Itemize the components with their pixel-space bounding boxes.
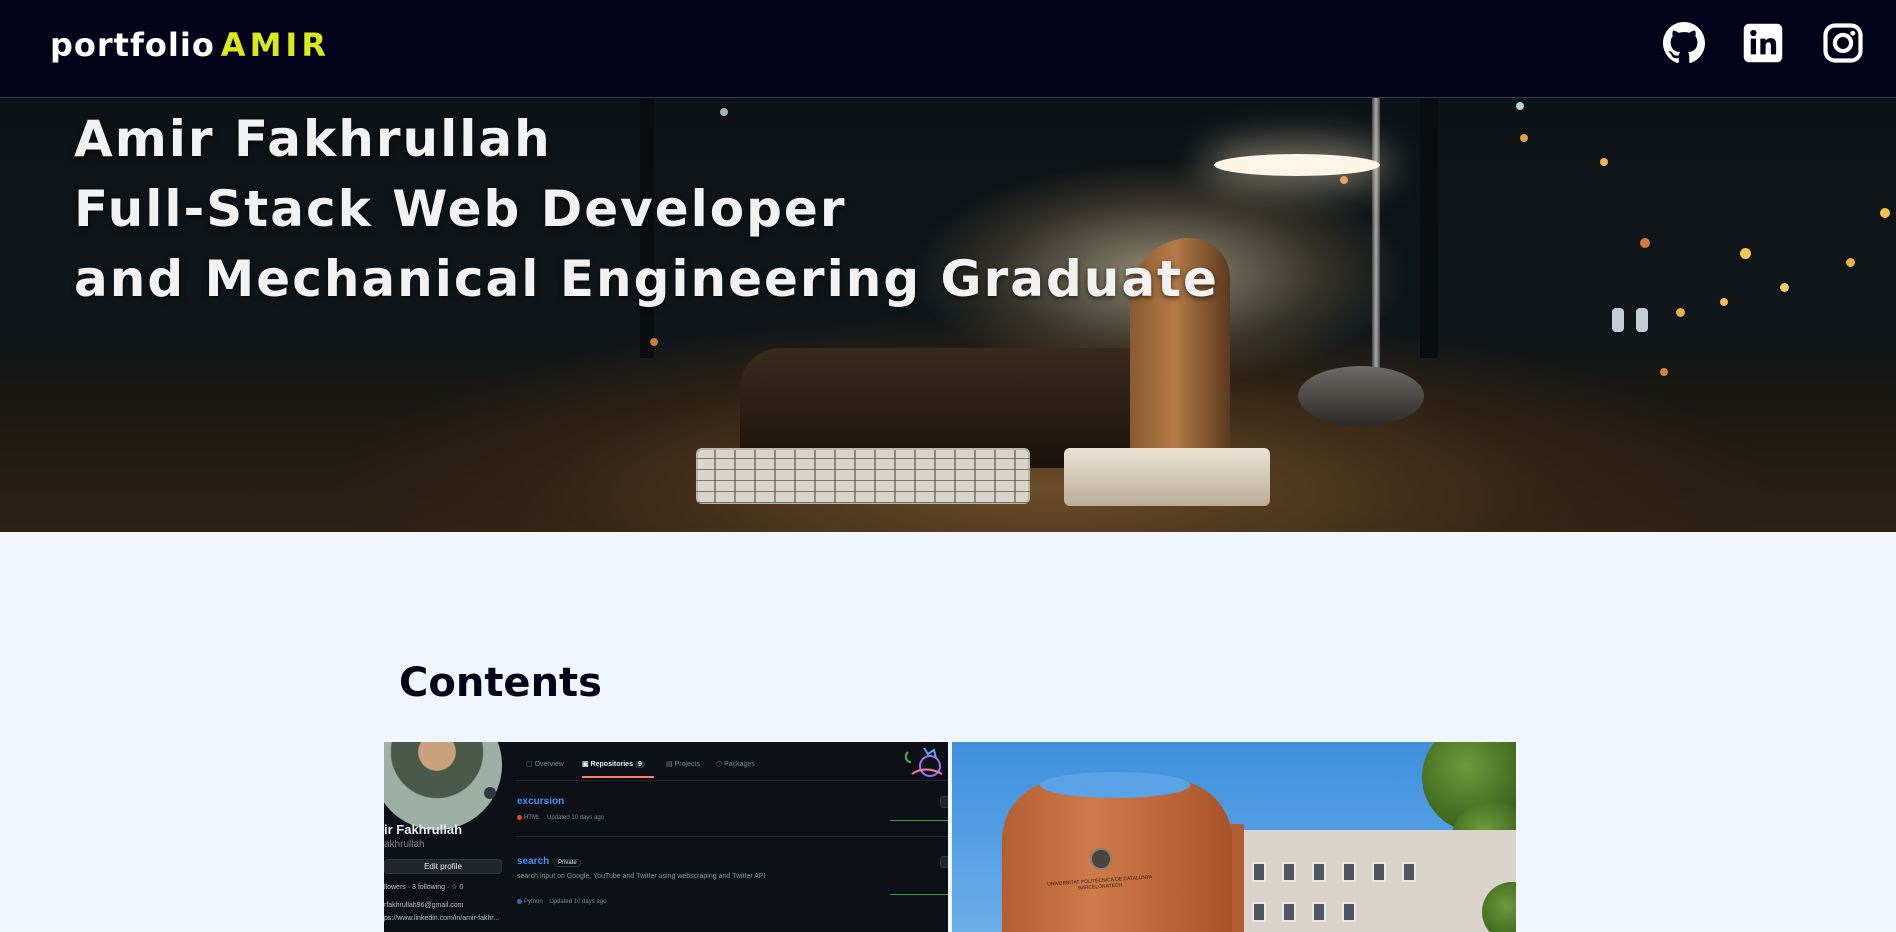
profile-username: akhrullah bbox=[384, 839, 425, 850]
tab-projects: ▤ Projects bbox=[666, 761, 700, 768]
city-light bbox=[1740, 248, 1751, 259]
trackpad bbox=[1064, 448, 1270, 506]
tab-packages: ⬡ Packages bbox=[716, 761, 755, 768]
follow-stats: llowers · 3 following · ☆ 0 bbox=[384, 884, 464, 891]
instagram-icon bbox=[1823, 23, 1863, 63]
hero-title: Amir Fakhrullah Full-Stack Web Developer… bbox=[74, 104, 1219, 314]
activity-graph bbox=[890, 894, 948, 895]
window bbox=[1312, 902, 1326, 922]
city-light bbox=[1676, 308, 1685, 317]
repo-name: search bbox=[517, 856, 550, 867]
keyboard bbox=[696, 448, 1030, 504]
city-light bbox=[1720, 298, 1728, 306]
window bbox=[1252, 902, 1266, 922]
edit-profile-button: Edit profile bbox=[384, 859, 502, 874]
lamp-pole bbox=[1372, 98, 1380, 388]
window bbox=[1402, 862, 1416, 882]
repo-description: search input on Google, YouTube and Twit… bbox=[517, 873, 766, 880]
city-light bbox=[1780, 283, 1789, 292]
divider bbox=[516, 780, 948, 781]
github-icon bbox=[1663, 22, 1705, 63]
lamp-base bbox=[1298, 366, 1424, 426]
language-dot-icon bbox=[517, 815, 522, 820]
window bbox=[1342, 862, 1356, 882]
city-light bbox=[1340, 176, 1348, 184]
linkedin-link[interactable] bbox=[1742, 22, 1784, 64]
repo-name: excursion bbox=[517, 796, 565, 807]
linkedin-icon bbox=[1743, 23, 1783, 63]
contents-heading: Contents bbox=[399, 660, 602, 706]
city-light bbox=[650, 338, 658, 346]
window bbox=[1372, 862, 1386, 882]
status-emoji-icon bbox=[484, 787, 496, 799]
roof-curve bbox=[1040, 772, 1190, 798]
university-card[interactable]: UNIVERSITAT POLITÈCNICA DE CATALUNYA BAR… bbox=[952, 742, 1516, 932]
github-link[interactable] bbox=[1663, 22, 1705, 64]
profile-link: ps://www.linkedin.com/in/amir-fakhr... bbox=[384, 915, 500, 922]
city-light bbox=[1520, 134, 1528, 142]
building-facade bbox=[1002, 780, 1232, 932]
city-light bbox=[1880, 208, 1890, 218]
tab-overview: ▢ Overview bbox=[526, 761, 564, 768]
city-light bbox=[1846, 258, 1855, 267]
github-card[interactable]: ir Fakhrullah akhrullah Edit profile llo… bbox=[384, 742, 948, 932]
octocat-icon bbox=[904, 747, 943, 777]
star-icon bbox=[940, 856, 948, 868]
instagram-link[interactable] bbox=[1822, 22, 1864, 64]
profile-email: rfakhrullah96@gmail.com bbox=[384, 902, 464, 909]
activity-graph bbox=[890, 820, 948, 821]
window bbox=[1312, 862, 1326, 882]
divider bbox=[516, 836, 948, 837]
city-light bbox=[1640, 238, 1650, 248]
brand-logo[interactable]: portfolio AMIR bbox=[50, 26, 330, 64]
active-tab-indicator bbox=[582, 776, 654, 778]
repo-meta: Python Updated 10 days ago bbox=[517, 899, 606, 905]
window-frame bbox=[1420, 98, 1438, 358]
city-light bbox=[1612, 308, 1624, 332]
profile-name: ir Fakhrullah bbox=[384, 822, 463, 837]
window bbox=[1342, 902, 1356, 922]
university-seal-icon bbox=[1090, 848, 1112, 870]
language-dot-icon bbox=[517, 899, 522, 904]
lamp-shade bbox=[1214, 154, 1380, 176]
city-light bbox=[1636, 308, 1648, 332]
top-navbar: portfolio AMIR bbox=[0, 0, 1896, 98]
city-light bbox=[1516, 102, 1524, 110]
repo-count: 9 bbox=[634, 761, 645, 768]
window bbox=[1282, 902, 1296, 922]
repo-meta: HTML Updated 10 days ago bbox=[517, 815, 604, 821]
city-light bbox=[1600, 158, 1608, 166]
private-badge: Private bbox=[554, 859, 581, 867]
brand-prefix: portfolio bbox=[50, 26, 215, 64]
window bbox=[1252, 862, 1266, 882]
hero-role: Full-Stack Web Developer bbox=[74, 180, 847, 238]
brand-name: AMIR bbox=[220, 26, 330, 64]
city-light bbox=[1660, 368, 1668, 376]
hero-name: Amir Fakhrullah bbox=[74, 110, 552, 168]
avatar bbox=[384, 742, 502, 830]
window bbox=[1282, 862, 1296, 882]
hero-subrole: and Mechanical Engineering Graduate bbox=[74, 250, 1219, 308]
star-icon bbox=[940, 796, 948, 808]
tab-repositories: ▣ Repositories 9 bbox=[582, 760, 645, 768]
